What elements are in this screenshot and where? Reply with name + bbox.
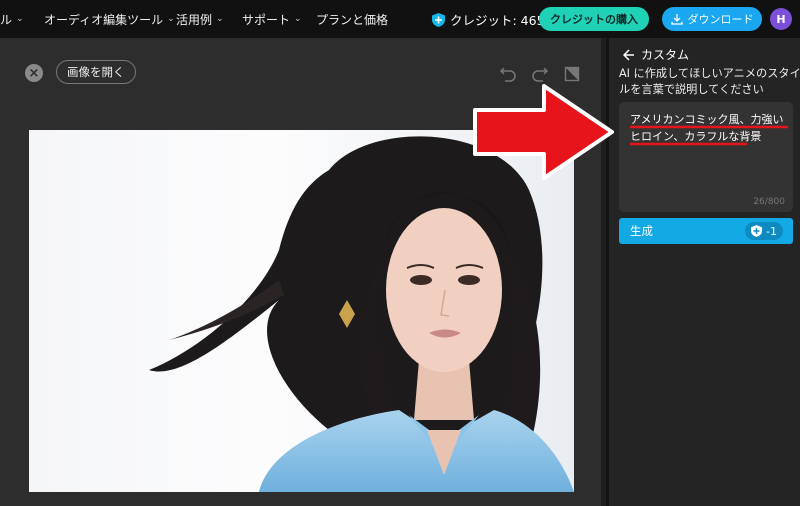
nav-item-use-cases[interactable]: 活用例 ⌄ <box>176 0 224 38</box>
credit-cost-value: -1 <box>766 224 777 238</box>
download-button[interactable]: ダウンロード <box>662 7 762 31</box>
download-icon <box>670 14 683 25</box>
chevron-down-icon: ⌄ <box>16 14 24 24</box>
editor-canvas-area: × 画像を開く <box>0 38 601 506</box>
character-counter: 26/800 <box>753 197 785 207</box>
credit-cost-badge: -1 <box>745 222 783 240</box>
buy-credits-button[interactable]: クレジットの購入 <box>539 7 649 31</box>
chevron-down-icon: ⌄ <box>294 14 302 24</box>
instruction-text: AI に作成してほしいアニメのスタイルを言葉で説明してください <box>619 67 800 96</box>
nav-item-label: ル <box>0 12 13 27</box>
generate-label: 生成 <box>630 224 653 238</box>
style-prompt-textarea[interactable]: アメリカンコミック風、力強いヒロイン、カラフルな背景 26/800 <box>619 102 793 212</box>
arrow-left-icon <box>623 48 634 61</box>
compare-icon[interactable] <box>562 64 582 84</box>
credit-shield-icon <box>432 12 445 27</box>
nav-item-tools[interactable]: ル ⌄ <box>0 0 24 38</box>
redo-icon[interactable] <box>530 64 550 84</box>
nav-item-audio-editor[interactable]: オーディオ編集ツール ⌄ <box>44 0 175 38</box>
undo-icon[interactable] <box>498 64 518 84</box>
credits-text: クレジット: 465 <box>450 13 545 28</box>
nav-item-pricing[interactable]: プランと価格 <box>316 0 388 38</box>
nav-item-label: プランと価格 <box>316 12 389 27</box>
back-label: カスタム <box>641 48 690 62</box>
chevron-down-icon: ⌄ <box>167 14 175 24</box>
credits-display: クレジット: 465 <box>432 10 545 29</box>
edited-photo <box>29 130 574 492</box>
download-label: ダウンロード <box>687 13 754 26</box>
red-underline-annotation <box>630 125 788 146</box>
top-nav-bar: ル ⌄ オーディオ編集ツール ⌄ 活用例 ⌄ サポート ⌄ プランと価格 クレジ… <box>0 0 800 38</box>
portrait-image <box>29 130 574 492</box>
avatar[interactable]: H <box>770 8 792 30</box>
nav-item-label: 活用例 <box>176 12 213 27</box>
close-icon[interactable]: × <box>25 64 43 82</box>
open-image-button[interactable]: 画像を開く <box>56 60 136 84</box>
credit-shield-icon <box>751 225 763 237</box>
editor-toolbar <box>498 64 582 84</box>
generate-button[interactable]: 生成 -1 <box>619 218 793 244</box>
custom-style-panel: カスタム AI に作成してほしいアニメのスタイルを言葉で説明してください アメリ… <box>606 38 800 506</box>
back-button[interactable]: カスタム <box>623 46 689 63</box>
nav-item-support[interactable]: サポート ⌄ <box>242 0 302 38</box>
nav-item-label: サポート <box>242 12 291 27</box>
nav-item-label: オーディオ編集ツール <box>44 12 164 27</box>
chevron-down-icon: ⌄ <box>216 14 224 24</box>
